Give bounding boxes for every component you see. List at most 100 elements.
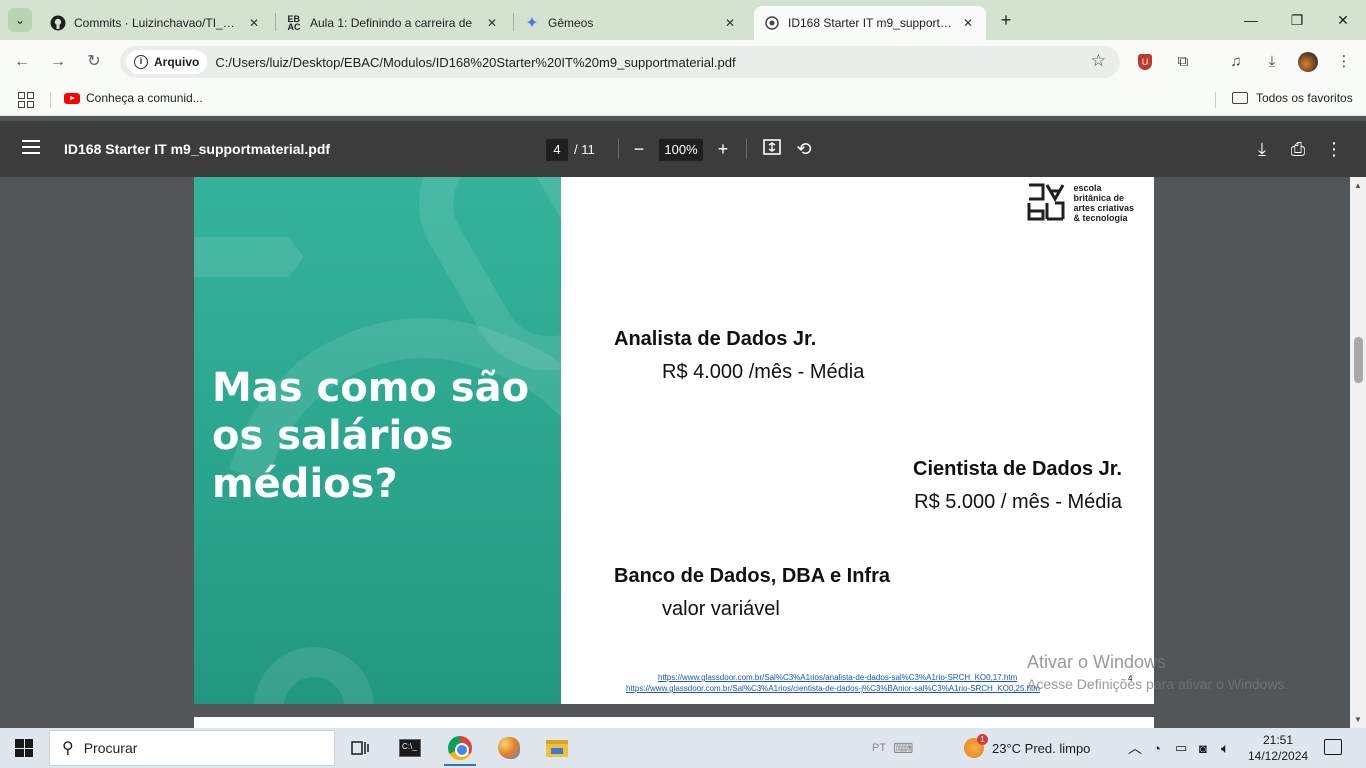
tab-aula[interactable]: EB AC Aula 1: Definindo a carreira de ✕ [276,6,510,40]
pdf-download-icon[interactable]: ⤓ [1250,137,1274,161]
profile-avatar[interactable] [1298,52,1318,72]
close-icon[interactable]: ✕ [484,15,500,31]
browser-toolbar: ← → ↻ i Arquivo C:/Users/luiz/Desktop/EB… [0,40,1366,84]
paint-app-icon[interactable] [489,732,529,764]
source-link[interactable]: https://www.glassdoor.com.br/Sal%C3%A1ri… [658,673,1017,682]
weather-widget[interactable]: 1 23°C Pred. limpo [964,728,1090,768]
job-salary-dba: valor variável [662,598,780,620]
scroll-down-icon[interactable]: ▼ [1353,715,1363,724]
tab-title: ID168 Starter IT m9_supportmat [788,16,954,30]
battery-icon[interactable]: ▭ [1175,728,1187,768]
bookmark-youtube[interactable]: Conheça a comunid... [64,91,203,105]
tab-strip: ⌄ Commits · Luizinchavao/TI_Do_ ✕ EB AC A… [0,0,1366,40]
ebac-logo: escola britânica de artes criativas & te… [1027,183,1134,223]
source-link[interactable]: https://www.glassdoor.com.br/Sal%C3%A1ri… [626,684,1040,693]
windows-start-icon[interactable] [15,739,33,757]
logo-mark [1027,183,1065,221]
weather-sun-icon: 1 [964,734,988,758]
fit-page-icon[interactable] [760,137,784,161]
keyboard-icon[interactable]: ⌨ [893,728,913,768]
bookmark-star-icon[interactable]: ☆ [1091,51,1106,71]
job-title-cientista: Cientista de Dados Jr. [913,458,1122,480]
site-info-label: Arquivo [154,55,200,69]
download-icon[interactable]: ⤓ [1261,51,1283,73]
meet-now-icon[interactable]: ◙ [1199,728,1207,768]
job-title-dba: Banco de Dados, DBA e Infra [614,565,890,587]
slide-title: Mas como são os salários médios? [212,365,530,507]
logo-line: & tecnologia [1073,213,1128,223]
zoom-in-button[interactable]: + [711,137,735,161]
globe-icon [764,15,780,31]
close-icon[interactable]: ✕ [246,15,262,31]
address-bar[interactable]: i Arquivo C:/Users/luiz/Desktop/EBAC/Mod… [120,46,1120,78]
tab-pdf[interactable]: ID168 Starter IT m9_supportmat ✕ [754,6,986,40]
job-salary-analista: R$ 4.000 /mês - Média [662,361,865,383]
slide-green-panel: Mas como são os salários médios? [194,177,561,704]
window-close-button[interactable]: ✕ [1328,8,1358,32]
all-bookmarks-label: Todos os favoritos [1256,91,1353,105]
tab-title: Commits · Luizinchavao/TI_Do_ [74,16,240,30]
tab-gemini[interactable]: ✦ Gêmeos ✕ [514,6,748,40]
chevron-up-icon[interactable]: ︿ [1128,728,1142,768]
language-indicator[interactable]: PT [872,728,886,768]
logo-line: artes criativas [1073,203,1134,213]
file-explorer-icon[interactable] [537,732,577,764]
youtube-icon [64,92,80,104]
tab-title: Gêmeos [548,16,594,30]
job-title-analista: Analista de Dados Jr. [614,328,817,350]
vertical-scrollbar[interactable]: ▲ ▼ [1350,177,1366,728]
bookmarks-bar: Conheça a comunid... Todos os favoritos [0,84,1366,116]
weather-text: 23°C Pred. limpo [992,740,1091,756]
pdf-page: Mas como são os salários médios? escola … [194,177,1154,704]
all-bookmarks-button[interactable]: Todos os favoritos [1232,91,1353,105]
github-icon [50,15,66,31]
forward-button[interactable]: → [46,50,70,74]
logo-text: escola britânica de artes criativas & te… [1073,183,1134,223]
new-tab-button[interactable]: + [996,10,1016,30]
search-placeholder: Procurar [83,740,138,756]
url-text[interactable]: C:/Users/luiz/Desktop/EBAC/Modulos/ID168… [215,55,735,70]
pdf-more-icon[interactable]: ⋮ [1322,137,1346,161]
search-icon: ⚲ [62,740,74,757]
page-number-input[interactable]: 4 [546,139,568,161]
wifi-icon[interactable]: ◔ [1153,728,1161,768]
reload-button[interactable]: ↻ [82,50,106,74]
tab-github[interactable]: Commits · Luizinchavao/TI_Do_ ✕ [40,6,272,40]
tab-title: Aula 1: Definindo a carreira de [310,16,473,30]
ublock-extension-icon[interactable]: U [1135,51,1157,73]
tab-search-button[interactable]: ⌄ [8,8,32,32]
system-clock[interactable]: 21:51 14/12/2024 [1248,732,1308,764]
task-view-icon[interactable] [340,732,380,764]
taskbar-search[interactable]: ⚲ Procurar [49,730,335,766]
close-icon[interactable]: ✕ [722,15,738,31]
scrollbar-thumb[interactable] [1354,337,1363,383]
pdf-viewport[interactable]: Mas como são os salários médios? escola … [0,177,1350,728]
apps-grid-icon[interactable] [18,92,34,108]
pdf-toolbar: ID168 Starter IT m9_supportmaterial.pdf … [0,121,1366,177]
scroll-up-icon[interactable]: ▲ [1353,181,1363,190]
terminal-app-icon[interactable]: C:\_ [390,732,430,764]
sidebar-menu-icon[interactable] [22,140,40,154]
clock-date: 14/12/2024 [1248,749,1309,763]
rotate-icon[interactable]: ⟲ [792,137,816,161]
zoom-out-button[interactable]: − [627,137,651,161]
minimize-button[interactable]: — [1236,8,1266,32]
extensions-puzzle-icon[interactable]: ⧉ [1172,51,1194,73]
browser-menu-icon[interactable]: ⋮ [1333,51,1355,73]
site-info-chip[interactable]: i Arquivo [126,50,208,74]
taskbar: ⚲ Procurar C:\_ PT ⌨ 1 23°C Pred. limpo … [0,728,1366,768]
info-icon: i [134,55,148,69]
media-control-icon[interactable]: ♫ [1225,51,1247,73]
chrome-app-icon[interactable] [440,732,480,766]
notification-center-icon[interactable] [1324,739,1342,755]
ebac-icon: EB AC [287,14,301,32]
back-button[interactable]: ← [10,50,34,74]
toolbar-separator [746,139,747,159]
print-icon[interactable]: ⎙ [1286,137,1310,161]
restore-button[interactable]: ❐ [1282,8,1312,32]
volume-icon[interactable]: 🔈︎ [1221,728,1229,768]
zoom-input[interactable]: 100% [659,139,703,161]
close-icon[interactable]: ✕ [960,15,976,31]
folder-icon [1232,92,1248,104]
decorative-shape [254,647,374,704]
